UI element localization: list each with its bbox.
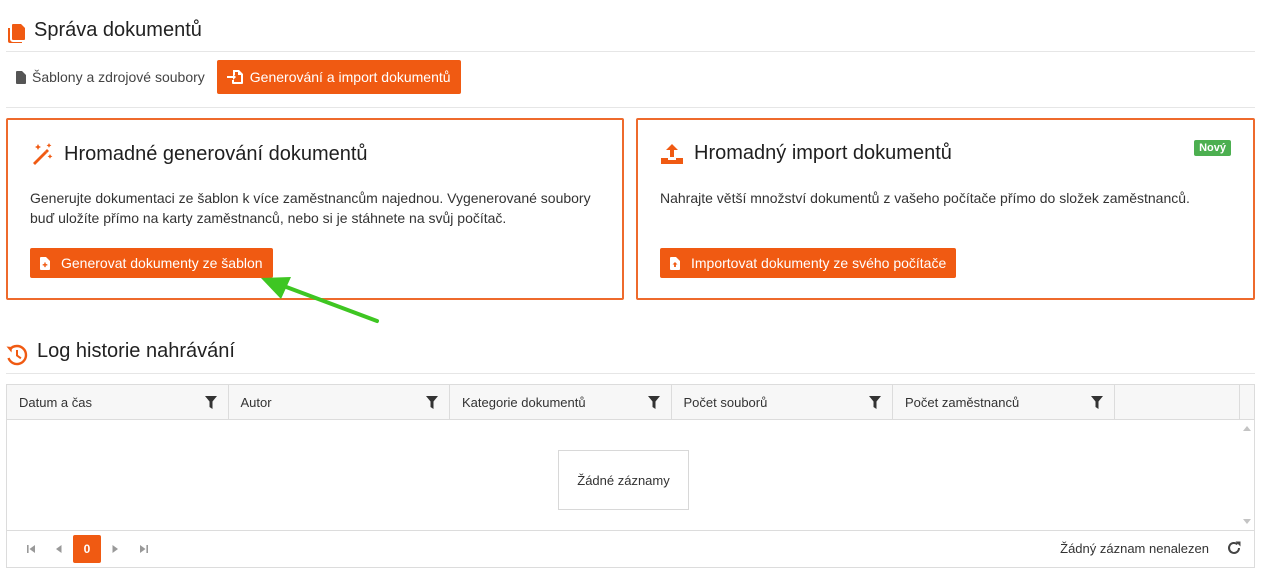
- column-header-author[interactable]: Autor: [229, 385, 450, 419]
- import-card-description: Nahrajte větší množství dokumentů z vaše…: [660, 190, 1190, 206]
- tab-generate-import-label: Generování a import dokumentů: [249, 69, 451, 85]
- tab-templates-label: Šablony a zdrojové soubory: [32, 69, 205, 85]
- previous-page-button[interactable]: [45, 535, 73, 563]
- new-badge: Nový: [1194, 140, 1231, 156]
- import-card: Hromadný import dokumentů Nový Nahrajte …: [636, 118, 1255, 300]
- scroll-up-arrow[interactable]: [1243, 426, 1251, 431]
- pager-info: Žádný záznam nenalezen: [1060, 541, 1209, 556]
- filter-icon[interactable]: [647, 395, 660, 409]
- upload-icon: [661, 143, 683, 164]
- page-header: Správa dokumentů: [6, 16, 1255, 52]
- vertical-scrollbar[interactable]: [1240, 420, 1254, 530]
- generate-card-title: Hromadné generování dokumentů: [64, 142, 368, 165]
- column-header-empty: [1115, 385, 1240, 419]
- header-scroll-spacer: [1240, 385, 1254, 419]
- scroll-down-arrow[interactable]: [1243, 519, 1251, 524]
- filter-icon[interactable]: [1090, 395, 1103, 409]
- filter-icon[interactable]: [869, 395, 881, 409]
- previous-page-icon: [56, 545, 62, 553]
- generate-documents-button[interactable]: Generovat dokumenty ze šablon: [30, 248, 273, 278]
- file-plus-icon: [40, 256, 50, 270]
- column-header-datetime[interactable]: Datum a čas: [7, 385, 229, 419]
- current-page[interactable]: 0: [73, 535, 101, 563]
- import-card-title: Hromadný import dokumentů: [694, 142, 952, 164]
- generate-card-description: Generujte dokumentaci ze šablon k více z…: [30, 190, 591, 226]
- first-page-icon: [26, 545, 35, 553]
- table-header: Datum a čas Autor Kategorie dokumentů Po…: [7, 385, 1254, 420]
- column-label: Kategorie dokumentů: [462, 394, 586, 410]
- magic-wand-icon: [33, 143, 53, 165]
- filter-icon[interactable]: [426, 395, 438, 409]
- tab-generate-import[interactable]: Generování a import dokumentů: [216, 60, 461, 94]
- next-page-icon: [112, 545, 118, 553]
- column-header-category[interactable]: Kategorie dokumentů: [450, 385, 672, 419]
- last-page-button[interactable]: [129, 535, 157, 563]
- column-header-employee-count[interactable]: Počet zaměstnanců: [893, 385, 1115, 419]
- tab-bar: Šablony a zdrojové soubory Generování a …: [6, 60, 1255, 108]
- generate-documents-button-label: Generovat dokumenty ze šablon: [61, 255, 263, 271]
- no-records-message: Žádné záznamy: [558, 450, 689, 510]
- file-upload-icon: [670, 256, 680, 270]
- log-header: Log historie nahrávání: [6, 336, 1255, 374]
- filter-icon[interactable]: [204, 395, 217, 409]
- pager: 0 Žádný záznam nenalezen: [7, 531, 1254, 567]
- table-body: Žádné záznamy: [7, 420, 1254, 531]
- refresh-icon[interactable]: [1226, 540, 1242, 556]
- column-label: Počet souborů: [683, 394, 768, 410]
- first-page-button[interactable]: [17, 535, 45, 563]
- log-title: Log historie nahrávání: [37, 340, 235, 362]
- log-table: Datum a čas Autor Kategorie dokumentů Po…: [6, 384, 1255, 568]
- tab-templates[interactable]: Šablony a zdrojové soubory: [6, 60, 215, 94]
- documents-icon: [8, 23, 25, 43]
- column-header-file-count[interactable]: Počet souborů: [672, 385, 893, 419]
- column-label: Datum a čas: [19, 394, 92, 410]
- import-documents-button-label: Importovat dokumenty ze svého počítače: [691, 255, 947, 271]
- import-documents-button[interactable]: Importovat dokumenty ze svého počítače: [660, 248, 957, 278]
- next-page-button[interactable]: [101, 535, 129, 563]
- file-import-icon: [226, 70, 243, 84]
- page-title: Správa dokumentů: [34, 19, 202, 41]
- annotation-arrow: [261, 277, 379, 323]
- column-label: Autor: [240, 394, 272, 410]
- column-label: Počet zaměstnanců: [905, 394, 1020, 410]
- file-icon: [16, 70, 26, 84]
- last-page-icon: [139, 545, 148, 553]
- history-icon: [6, 344, 28, 365]
